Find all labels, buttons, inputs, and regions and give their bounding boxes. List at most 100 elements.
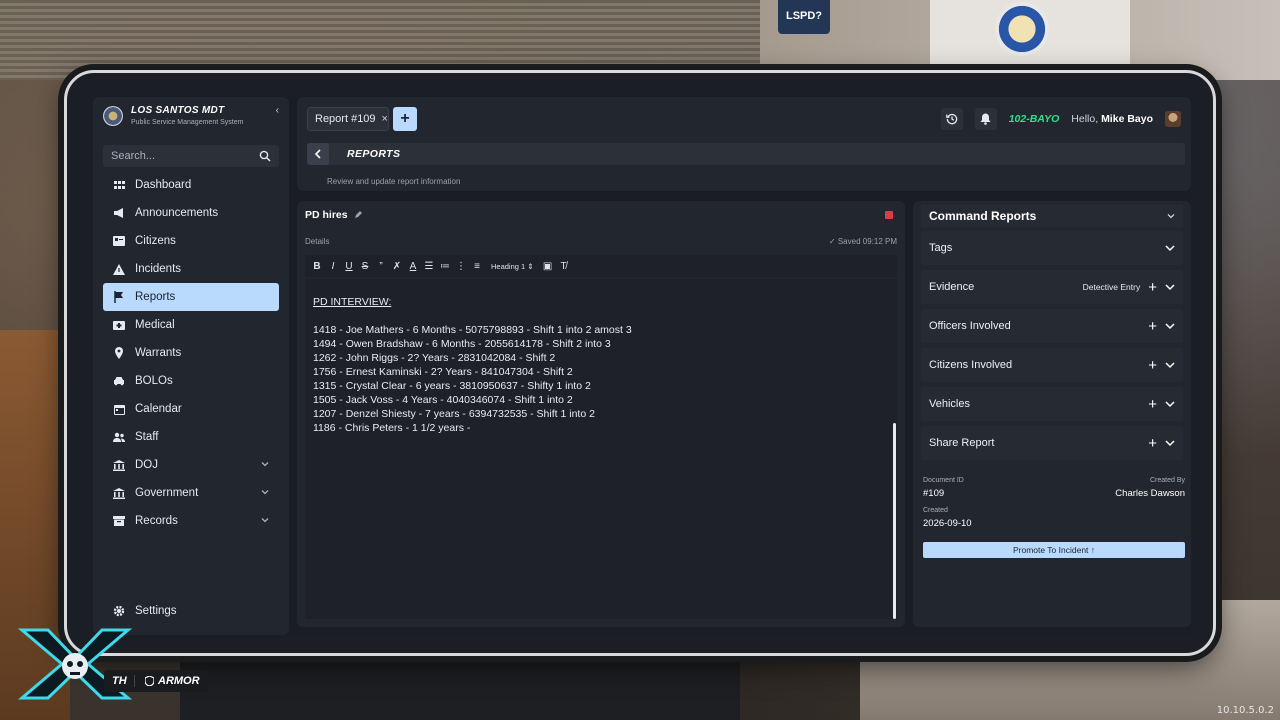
chevron-down-icon[interactable] bbox=[1165, 322, 1175, 330]
highlight-icon[interactable]: ✗ bbox=[391, 259, 403, 273]
sidebar-nav: Dashboard Announcements Citizens Inciden… bbox=[103, 171, 279, 535]
sidebar-item-settings[interactable]: Settings bbox=[103, 597, 279, 625]
armor-indicator: ARMOR bbox=[134, 675, 200, 687]
align-left-icon[interactable]: ☰ bbox=[423, 259, 435, 273]
section-share-report[interactable]: Share Report + bbox=[921, 426, 1183, 460]
heading-select[interactable]: Heading 1 ⇕ bbox=[487, 259, 538, 273]
underline-icon[interactable]: U bbox=[343, 259, 355, 273]
search-box[interactable] bbox=[103, 145, 279, 167]
sidebar-item-label: Records bbox=[135, 515, 178, 527]
pencil-icon[interactable] bbox=[354, 211, 362, 219]
content-line: 1186 - Chris Peters - 1 1/2 years - bbox=[313, 422, 471, 434]
sidebar-item-medical[interactable]: Medical bbox=[103, 311, 279, 339]
warning-triangle-icon bbox=[113, 263, 125, 275]
strikethrough-icon[interactable]: S bbox=[359, 259, 371, 273]
delete-report-icon[interactable] bbox=[885, 211, 893, 219]
sidebar-item-staff[interactable]: Staff bbox=[103, 423, 279, 451]
content-heading: PD INTERVIEW: bbox=[313, 296, 392, 308]
details-label: Details bbox=[305, 237, 330, 246]
collapse-sidebar-icon[interactable]: ‹ bbox=[276, 105, 279, 116]
sidebar-item-announcements[interactable]: Announcements bbox=[103, 199, 279, 227]
health-label: TH bbox=[112, 675, 127, 687]
editor-content[interactable]: PD INTERVIEW: 1418 - Joe Mathers - 6 Mon… bbox=[305, 279, 895, 619]
sidebar-item-doj[interactable]: DOJ bbox=[103, 451, 279, 479]
back-button[interactable] bbox=[307, 143, 329, 165]
content-line: 1207 - Denzel Shiesty - 7 years - 639473… bbox=[313, 408, 595, 420]
created-by: Charles Dawson bbox=[1115, 488, 1185, 499]
bullet-list-icon[interactable]: ≔ bbox=[439, 259, 451, 273]
courthouse-icon bbox=[113, 459, 125, 471]
bell-icon bbox=[980, 113, 991, 125]
chevron-down-icon[interactable] bbox=[261, 516, 269, 524]
sidebar-item-label: Calendar bbox=[135, 403, 182, 415]
image-icon[interactable]: ▣ bbox=[542, 259, 554, 273]
document-meta: Document ID #109 Created By Charles Daws… bbox=[923, 477, 1185, 529]
sidebar-item-incidents[interactable]: Incidents bbox=[103, 255, 279, 283]
scrollbar-thumb[interactable] bbox=[893, 423, 896, 619]
sidebar-item-reports[interactable]: Reports bbox=[103, 283, 279, 311]
sidebar-item-government[interactable]: Government bbox=[103, 479, 279, 507]
sidebar-item-label: Incidents bbox=[135, 263, 182, 275]
chevron-down-icon[interactable] bbox=[1165, 400, 1175, 408]
report-sections: Tags Evidence Detective Entry + Officers… bbox=[921, 231, 1183, 465]
add-icon[interactable]: + bbox=[1148, 319, 1157, 334]
detective-entry-label[interactable]: Detective Entry bbox=[1083, 282, 1141, 292]
sidebar-item-bolos[interactable]: BOLOs bbox=[103, 367, 279, 395]
chevron-down-icon[interactable] bbox=[261, 488, 269, 496]
chevron-down-icon[interactable] bbox=[1165, 361, 1175, 369]
chevron-down-icon[interactable] bbox=[261, 460, 269, 468]
promote-to-incident-button[interactable]: Promote To Incident ↑ bbox=[923, 542, 1185, 558]
sidebar-item-warrants[interactable]: Warrants bbox=[103, 339, 279, 367]
numbered-list-icon[interactable]: ⋮ bbox=[455, 259, 467, 273]
content-line: 1756 - Ernest Kaminski - 2? Years - 8410… bbox=[313, 366, 573, 378]
section-name: Officers Involved bbox=[929, 320, 1011, 332]
created-date: 2026-09-10 bbox=[923, 518, 972, 529]
add-icon[interactable]: + bbox=[1148, 358, 1157, 373]
sidebar-item-label: Settings bbox=[135, 605, 177, 617]
search-icon[interactable] bbox=[259, 150, 271, 162]
sidebar-item-calendar[interactable]: Calendar bbox=[103, 395, 279, 423]
medical-kit-icon bbox=[113, 319, 125, 331]
sidebar-item-dashboard[interactable]: Dashboard bbox=[103, 171, 279, 199]
users-icon bbox=[113, 431, 125, 443]
chevron-down-icon[interactable] bbox=[1165, 244, 1175, 252]
mdt-screen: LOS SANTOS MDT Public Service Management… bbox=[93, 97, 1191, 635]
section-name: Evidence bbox=[929, 281, 975, 293]
search-input[interactable] bbox=[111, 150, 259, 162]
history-button[interactable] bbox=[940, 108, 963, 130]
sidebar-item-label: Citizens bbox=[135, 235, 176, 247]
report-title[interactable]: PD hires bbox=[305, 209, 362, 221]
command-reports-header[interactable]: Command Reports bbox=[921, 205, 1183, 227]
chevron-down-icon[interactable] bbox=[1165, 439, 1175, 447]
version-label: 10.10.5.0.2 bbox=[1216, 705, 1274, 716]
add-icon[interactable]: + bbox=[1148, 280, 1157, 295]
id-card-icon bbox=[113, 235, 125, 247]
add-tab-button[interactable]: + bbox=[393, 107, 417, 131]
section-evidence[interactable]: Evidence Detective Entry + bbox=[921, 270, 1183, 304]
avatar[interactable] bbox=[1165, 111, 1181, 127]
notifications-button[interactable] bbox=[974, 108, 997, 130]
text-color-icon[interactable]: A bbox=[407, 259, 419, 273]
settings-section: Settings bbox=[103, 597, 279, 625]
sidebar-item-records[interactable]: Records bbox=[103, 507, 279, 535]
top-bar: Report #109 × + 102-BAYO Hello, Mike Bay… bbox=[297, 97, 1191, 191]
section-vehicles[interactable]: Vehicles + bbox=[921, 387, 1183, 421]
align-justify-icon[interactable]: ≡ bbox=[471, 259, 483, 273]
clear-format-icon[interactable]: T̸ bbox=[558, 259, 570, 273]
add-icon[interactable]: + bbox=[1148, 436, 1157, 451]
add-icon[interactable]: + bbox=[1148, 397, 1157, 412]
quote-icon[interactable]: ” bbox=[375, 259, 387, 273]
tab-report[interactable]: Report #109 × bbox=[307, 107, 389, 131]
bold-icon[interactable]: B bbox=[311, 259, 323, 273]
section-tags[interactable]: Tags bbox=[921, 231, 1183, 265]
section-citizens-involved[interactable]: Citizens Involved + bbox=[921, 348, 1183, 382]
section-officers-involved[interactable]: Officers Involved + bbox=[921, 309, 1183, 343]
calendar-icon bbox=[113, 403, 125, 415]
chevron-down-icon[interactable] bbox=[1167, 212, 1175, 220]
editor-scrollbar[interactable] bbox=[893, 279, 897, 619]
sidebar-item-label: Announcements bbox=[135, 207, 219, 219]
italic-icon[interactable]: I bbox=[327, 259, 339, 273]
close-tab-icon[interactable]: × bbox=[382, 113, 388, 125]
chevron-down-icon[interactable] bbox=[1165, 283, 1175, 291]
sidebar-item-citizens[interactable]: Citizens bbox=[103, 227, 279, 255]
